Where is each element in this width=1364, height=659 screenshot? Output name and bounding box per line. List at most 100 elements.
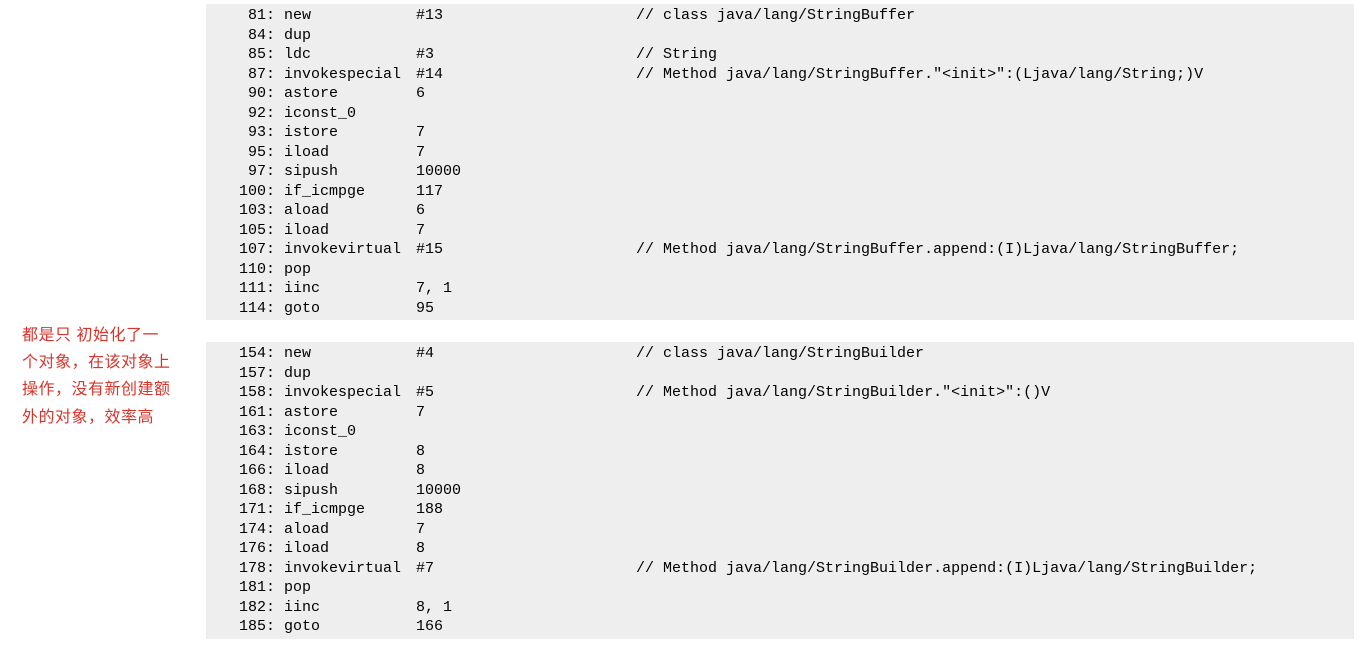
bytecode-offset: 181 [224,578,266,598]
bytecode-offset: 182 [224,598,266,618]
bytecode-offset: 161 [224,403,266,423]
bytecode-arg: 8, 1 [416,598,636,618]
bytecode-line: 178: invokevirtual#7// Method java/lang/… [224,559,1354,579]
bytecode-line: 110: pop [224,260,1354,280]
bytecode-opcode: dup [284,26,416,46]
bytecode-line: 161: astore7 [224,403,1354,423]
bytecode-arg: 7 [416,520,636,540]
bytecode-comment: // Method java/lang/StringBuffer.append:… [636,241,1239,258]
bytecode-line: 100: if_icmpge117 [224,182,1354,202]
bytecode-line: 107: invokevirtual#15// Method java/lang… [224,240,1354,260]
bytecode-opcode: aload [284,520,416,540]
bytecode-offset: 171 [224,500,266,520]
bytecode-opcode: new [284,6,416,26]
bytecode-offset: 81 [224,6,266,26]
bytecode-opcode: ldc [284,45,416,65]
bytecode-opcode: iload [284,221,416,241]
bytecode-line: 105: iload7 [224,221,1354,241]
bytecode-comment: // class java/lang/StringBuilder [636,345,924,362]
bytecode-opcode: dup [284,364,416,384]
bytecode-offset: 176 [224,539,266,559]
bytecode-line: 185: goto166 [224,617,1354,637]
bytecode-opcode: sipush [284,162,416,182]
bytecode-line: 163: iconst_0 [224,422,1354,442]
bytecode-offset: 178 [224,559,266,579]
bytecode-line: 97: sipush10000 [224,162,1354,182]
bytecode-arg: 8 [416,461,636,481]
bytecode-opcode: invokespecial [284,383,416,403]
bytecode-arg: 166 [416,617,636,637]
bytecode-line: 168: sipush10000 [224,481,1354,501]
bytecode-arg: #13 [416,6,636,26]
bytecode-line: 157: dup [224,364,1354,384]
bytecode-offset: 166 [224,461,266,481]
bytecode-offset: 107 [224,240,266,260]
bytecode-arg: #15 [416,240,636,260]
bytecode-offset: 92 [224,104,266,124]
bytecode-arg: #4 [416,344,636,364]
bytecode-arg: 8 [416,539,636,559]
bytecode-offset: 164 [224,442,266,462]
bytecode-opcode: invokevirtual [284,559,416,579]
bytecode-line: 158: invokespecial#5// Method java/lang/… [224,383,1354,403]
bytecode-line: 164: istore8 [224,442,1354,462]
bytecode-offset: 103 [224,201,266,221]
bytecode-opcode: iinc [284,598,416,618]
bytecode-arg: #14 [416,65,636,85]
bytecode-comment: // String [636,46,717,63]
bytecode-line: 87: invokespecial#14// Method java/lang/… [224,65,1354,85]
bytecode-offset: 84 [224,26,266,46]
bytecode-comment: // Method java/lang/StringBuilder."<init… [636,384,1050,401]
side-annotation: 都是只 初始化了一个对象，在该对象上操作，没有新创建额外的对象，效率高 [0,0,172,431]
bytecode-offset: 111 [224,279,266,299]
bytecode-offset: 105 [224,221,266,241]
bytecode-arg: 7 [416,221,636,241]
bytecode-line: 103: aload6 [224,201,1354,221]
bytecode-line: 176: iload8 [224,539,1354,559]
bytecode-opcode: invokespecial [284,65,416,85]
bytecode-arg: 7, 1 [416,279,636,299]
bytecode-opcode: sipush [284,481,416,501]
bytecode-opcode: astore [284,84,416,104]
bytecode-arg: 8 [416,442,636,462]
bytecode-line: 93: istore7 [224,123,1354,143]
bytecode-offset: 185 [224,617,266,637]
bytecode-comment: // Method java/lang/StringBuffer."<init>… [636,66,1203,83]
bytecode-line: 174: aload7 [224,520,1354,540]
bytecode-line: 182: iinc8, 1 [224,598,1354,618]
bytecode-offset: 174 [224,520,266,540]
bytecode-opcode: iload [284,143,416,163]
bytecode-arg: 6 [416,84,636,104]
bytecode-arg: 7 [416,123,636,143]
bytecode-arg: 10000 [416,481,636,501]
bytecode-opcode: iload [284,461,416,481]
bytecode-block-stringbuilder: 154: new#4// class java/lang/StringBuild… [206,342,1354,639]
bytecode-arg: 10000 [416,162,636,182]
bytecode-opcode: iconst_0 [284,104,416,124]
bytecode-opcode: iconst_0 [284,422,416,442]
bytecode-opcode: astore [284,403,416,423]
bytecode-opcode: aload [284,201,416,221]
bytecode-comment: // Method java/lang/StringBuilder.append… [636,560,1257,577]
bytecode-opcode: if_icmpge [284,500,416,520]
bytecode-arg: 95 [416,299,636,319]
bytecode-offset: 154 [224,344,266,364]
bytecode-arg: 7 [416,403,636,423]
bytecode-offset: 110 [224,260,266,280]
bytecode-arg: 7 [416,143,636,163]
bytecode-arg: 6 [416,201,636,221]
bytecode-line: 84: dup [224,26,1354,46]
bytecode-comment: // class java/lang/StringBuffer [636,7,915,24]
bytecode-line: 166: iload8 [224,461,1354,481]
page-layout: 都是只 初始化了一个对象，在该对象上操作，没有新创建额外的对象，效率高 81: … [0,0,1364,639]
bytecode-line: 81: new#13// class java/lang/StringBuffe… [224,6,1354,26]
bytecode-opcode: istore [284,442,416,462]
bytecode-offset: 95 [224,143,266,163]
code-column: 81: new#13// class java/lang/StringBuffe… [172,0,1364,639]
bytecode-offset: 100 [224,182,266,202]
bytecode-offset: 87 [224,65,266,85]
bytecode-offset: 163 [224,422,266,442]
bytecode-offset: 90 [224,84,266,104]
bytecode-opcode: iload [284,539,416,559]
bytecode-offset: 158 [224,383,266,403]
